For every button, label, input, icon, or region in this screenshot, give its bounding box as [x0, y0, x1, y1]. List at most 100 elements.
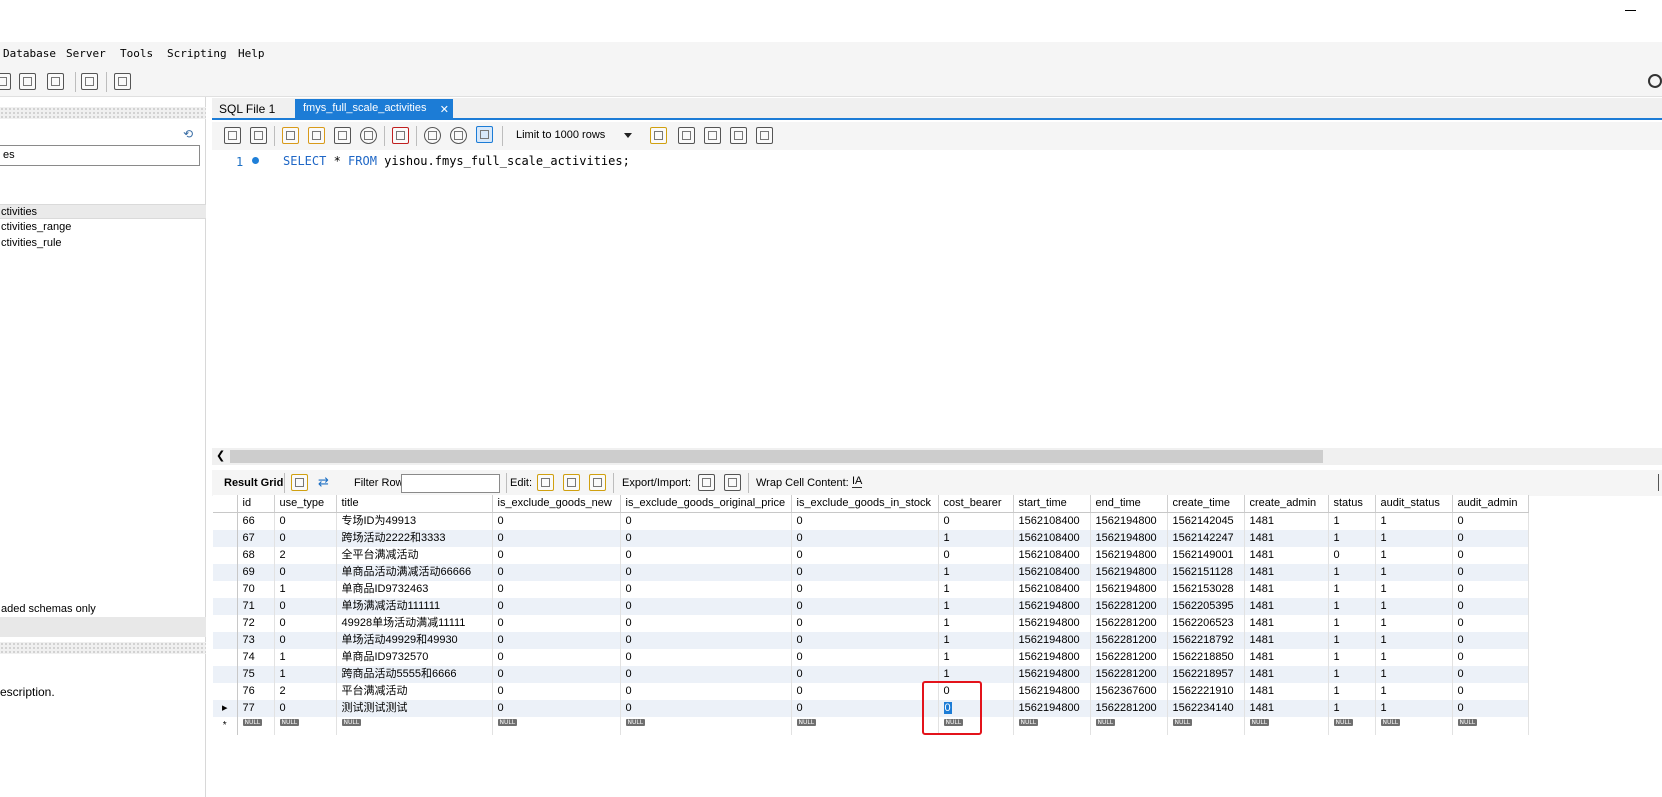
table-row[interactable]: 70 1 单商品ID9732463 0 0 0 1 1562108400 1562194800 1…: [213, 580, 1529, 598]
table-cell[interactable]: 1562194800: [1013, 699, 1091, 717]
table-cell[interactable]: 1: [1328, 665, 1376, 683]
table-cell[interactable]: 0: [938, 546, 1014, 564]
table-cell[interactable]: 0: [274, 614, 337, 632]
table-cell[interactable]: 1481: [1244, 648, 1329, 666]
column-header[interactable]: create_time: [1167, 495, 1245, 513]
row-header[interactable]: ▸: [213, 699, 238, 717]
table-cell[interactable]: 0: [1328, 546, 1376, 564]
schema-table-item[interactable]: ctivities_range: [0, 220, 206, 235]
table-cell[interactable]: 1562194800: [1013, 665, 1091, 683]
table-cell[interactable]: 1: [1375, 682, 1453, 700]
table-cell[interactable]: 1562108400: [1013, 512, 1091, 530]
open-file-icon[interactable]: [224, 127, 241, 144]
table-row[interactable]: 72 0 49928单场活动满减11111 0 0 0 1 1562194800 1562281…: [213, 614, 1529, 632]
table-cell[interactable]: 专场ID为49913: [336, 512, 493, 530]
table-cell[interactable]: 1: [1328, 512, 1376, 530]
table-cell[interactable]: 跨场活动2222和3333: [336, 529, 493, 547]
row-header[interactable]: [213, 580, 238, 598]
table-cell[interactable]: 1481: [1244, 546, 1329, 564]
menu-tools[interactable]: Tools: [120, 47, 153, 60]
row-header[interactable]: [213, 546, 238, 564]
table-cell[interactable]: 0: [1452, 563, 1529, 581]
menu-database[interactable]: Database: [3, 47, 56, 60]
table-cell[interactable]: 1562281200: [1090, 699, 1168, 717]
table-cell[interactable]: 1562221910: [1167, 682, 1245, 700]
table-cell[interactable]: 1562108400: [1013, 580, 1091, 598]
table-cell[interactable]: 1: [938, 614, 1014, 632]
table-cell[interactable]: 1: [274, 648, 337, 666]
table-cell[interactable]: 74: [237, 648, 275, 666]
row-header[interactable]: [213, 512, 238, 530]
row-header[interactable]: [213, 614, 238, 632]
schema-table-item[interactable]: ctivities: [0, 204, 206, 219]
menu-server[interactable]: Server: [66, 47, 106, 60]
table-row[interactable]: 71 0 单场满减活动111111 0 0 0 1 1562194800 1562281200 1…: [213, 597, 1529, 615]
schema-filter-input[interactable]: es: [0, 145, 200, 166]
table-cell[interactable]: 单场满减活动111111: [336, 597, 493, 615]
table-cell[interactable]: 0: [492, 529, 621, 547]
table-cell[interactable]: 1562281200: [1090, 665, 1168, 683]
table-cell[interactable]: 0: [791, 682, 939, 700]
table-cell[interactable]: 0: [492, 563, 621, 581]
table-cell[interactable]: 1481: [1244, 580, 1329, 598]
table-cell[interactable]: 0: [791, 699, 939, 717]
table-cell[interactable]: 1481: [1244, 614, 1329, 632]
table-cell[interactable]: 0: [938, 512, 1014, 530]
table-cell[interactable]: 0: [791, 580, 939, 598]
row-header[interactable]: [213, 682, 238, 700]
table-cell[interactable]: 0: [620, 529, 792, 547]
table-cell[interactable]: 1: [1328, 580, 1376, 598]
table-cell[interactable]: 单商品ID9732570: [336, 648, 493, 666]
null-cell[interactable]: NULL: [1375, 716, 1453, 735]
table-cell[interactable]: 1: [1375, 648, 1453, 666]
column-header[interactable]: audit_admin: [1452, 495, 1529, 513]
table-cell[interactable]: 0: [620, 682, 792, 700]
table-cell[interactable]: 测试测试测试: [336, 699, 493, 717]
table-cell[interactable]: 75: [237, 665, 275, 683]
settings-gear-icon[interactable]: [1648, 74, 1662, 88]
minimize-button[interactable]: [1620, 4, 1642, 18]
edit-row-icon[interactable]: [537, 474, 554, 491]
table-cell[interactable]: 1562108400: [1013, 563, 1091, 581]
table-cell[interactable]: 0: [274, 631, 337, 649]
table-cell[interactable]: 0: [791, 563, 939, 581]
table-cell[interactable]: 1: [938, 597, 1014, 615]
table-cell[interactable]: 1562153028: [1167, 580, 1245, 598]
table-cell[interactable]: 1481: [1244, 597, 1329, 615]
table-cell[interactable]: 2: [274, 546, 337, 564]
editor-hscrollbar[interactable]: ❮: [212, 448, 1662, 465]
table-cell[interactable]: 1562194800: [1090, 529, 1168, 547]
table-cell[interactable]: 1: [938, 631, 1014, 649]
table-cell[interactable]: 0: [492, 699, 621, 717]
execute-current-icon[interactable]: [308, 127, 325, 144]
null-cell[interactable]: NULL: [492, 716, 621, 735]
table-cell[interactable]: 0: [1452, 648, 1529, 666]
table-cell[interactable]: 1: [1375, 580, 1453, 598]
table-row[interactable]: ▸ 77 0 测试测试测试 0 0 0 0 1562194800 1562281200 156223…: [213, 699, 1529, 717]
table-cell[interactable]: 1: [1328, 529, 1376, 547]
explain-icon[interactable]: [334, 127, 351, 144]
null-cell[interactable]: NULL: [1328, 716, 1376, 735]
table-cell[interactable]: 69: [237, 563, 275, 581]
table-cell[interactable]: 0: [791, 614, 939, 632]
table-cell[interactable]: 0: [274, 529, 337, 547]
table-cell[interactable]: 0: [791, 546, 939, 564]
table-cell[interactable]: 1562367600: [1090, 682, 1168, 700]
table-cell[interactable]: 1562218850: [1167, 648, 1245, 666]
table-cell[interactable]: 1: [1375, 665, 1453, 683]
table-cell[interactable]: 1: [1375, 597, 1453, 615]
column-header[interactable]: title: [336, 495, 493, 513]
table-cell[interactable]: 0: [620, 597, 792, 615]
new-query-icon[interactable]: [0, 73, 11, 90]
table-cell[interactable]: 71: [237, 597, 275, 615]
table-cell[interactable]: 1562151128: [1167, 563, 1245, 581]
table-cell[interactable]: 1: [1375, 614, 1453, 632]
column-header[interactable]: is_exclude_goods_in_stock: [791, 495, 939, 513]
table-cell[interactable]: 1562142045: [1167, 512, 1245, 530]
table-cell[interactable]: 2: [274, 682, 337, 700]
table-cell[interactable]: 0: [620, 580, 792, 598]
table-cell[interactable]: 1: [1328, 648, 1376, 666]
word-wrap-icon[interactable]: [756, 127, 773, 144]
table-cell[interactable]: 1562281200: [1090, 631, 1168, 649]
wrap-cell-icon[interactable]: IA: [852, 475, 863, 488]
